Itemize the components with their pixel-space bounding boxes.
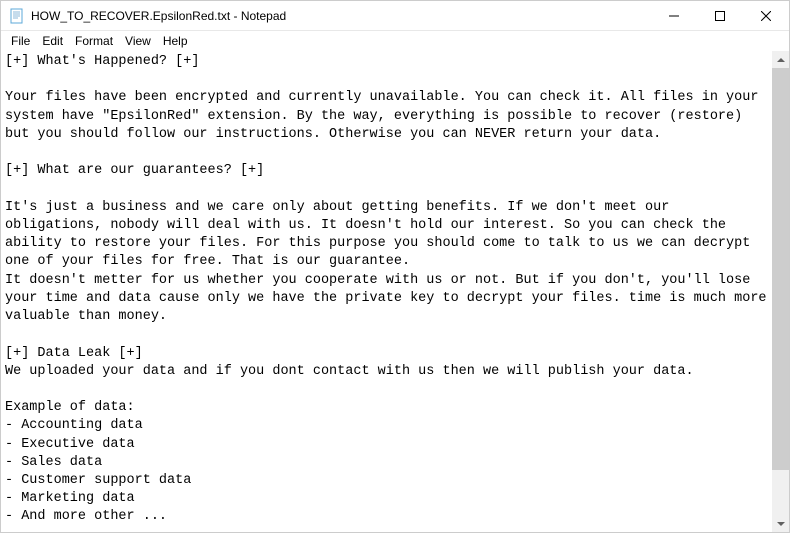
notepad-icon [9, 8, 25, 24]
scroll-thumb[interactable] [772, 68, 789, 470]
window-controls [651, 1, 789, 30]
text-content[interactable]: [+] What's Happened? [+] Your files have… [1, 51, 772, 532]
menu-help[interactable]: Help [157, 33, 194, 49]
vertical-scrollbar[interactable] [772, 51, 789, 532]
titlebar: HOW_TO_RECOVER.EpsilonRed.txt - Notepad [1, 1, 789, 31]
menu-file[interactable]: File [5, 33, 36, 49]
scroll-track[interactable] [772, 68, 789, 515]
minimize-button[interactable] [651, 1, 697, 30]
editor-area: [+] What's Happened? [+] Your files have… [1, 51, 789, 532]
close-button[interactable] [743, 1, 789, 30]
scroll-up-arrow[interactable] [772, 51, 789, 68]
maximize-button[interactable] [697, 1, 743, 30]
menubar: File Edit Format View Help [1, 31, 789, 51]
menu-format[interactable]: Format [69, 33, 119, 49]
menu-view[interactable]: View [119, 33, 157, 49]
window-title: HOW_TO_RECOVER.EpsilonRed.txt - Notepad [31, 9, 651, 23]
scroll-down-arrow[interactable] [772, 515, 789, 532]
menu-edit[interactable]: Edit [36, 33, 69, 49]
